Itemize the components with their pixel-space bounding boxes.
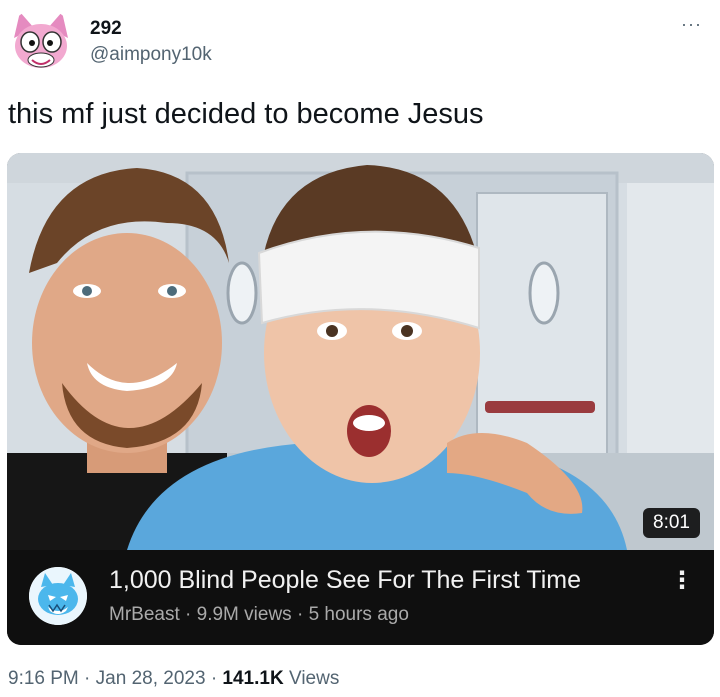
- tweet-footer: 9:16 PM · Jan 28, 2023 · 141.1K Views: [8, 668, 339, 690]
- tweet-date[interactable]: Jan 28, 2023: [96, 668, 206, 689]
- meta-separator: ·: [296, 604, 304, 625]
- mrbeast-logo-icon: [29, 567, 87, 625]
- footer-separator: ·: [84, 668, 91, 689]
- channel-name[interactable]: MrBeast: [109, 604, 180, 625]
- fox-avatar-icon: [6, 8, 76, 78]
- video-card[interactable]: 8:01 1,000 Blind People See For The Firs…: [7, 153, 714, 645]
- tweet-time[interactable]: 9:16 PM: [8, 668, 79, 689]
- author-avatar[interactable]: [6, 8, 76, 78]
- tweet-text: this mf just decided to become Jesus: [8, 98, 484, 130]
- video-menu-icon[interactable]: ⋮: [670, 566, 694, 595]
- author-display-name[interactable]: 292: [90, 18, 122, 40]
- footer-separator: ·: [210, 668, 218, 689]
- video-duration-badge: 8:01: [643, 508, 700, 538]
- video-thumbnail[interactable]: [7, 153, 714, 550]
- video-title[interactable]: 1,000 Blind People See For The First Tim…: [109, 566, 581, 595]
- tweet-views-count: 141.1K: [222, 668, 284, 689]
- tweet-header: 292 @aimpony10k ···: [6, 6, 714, 78]
- video-views: 9.9M views: [196, 604, 292, 625]
- meta-separator: ·: [185, 604, 192, 625]
- tweet-views-label: Views: [288, 668, 340, 689]
- author-handle[interactable]: @aimpony10k: [90, 44, 212, 66]
- video-meta: MrBeast · 9.9M views · 5 hours ago: [109, 604, 409, 626]
- video-info-bar: 1,000 Blind People See For The First Tim…: [7, 550, 714, 645]
- channel-avatar[interactable]: [29, 567, 87, 625]
- more-options-icon[interactable]: ···: [681, 14, 702, 35]
- video-age: 5 hours ago: [308, 604, 409, 625]
